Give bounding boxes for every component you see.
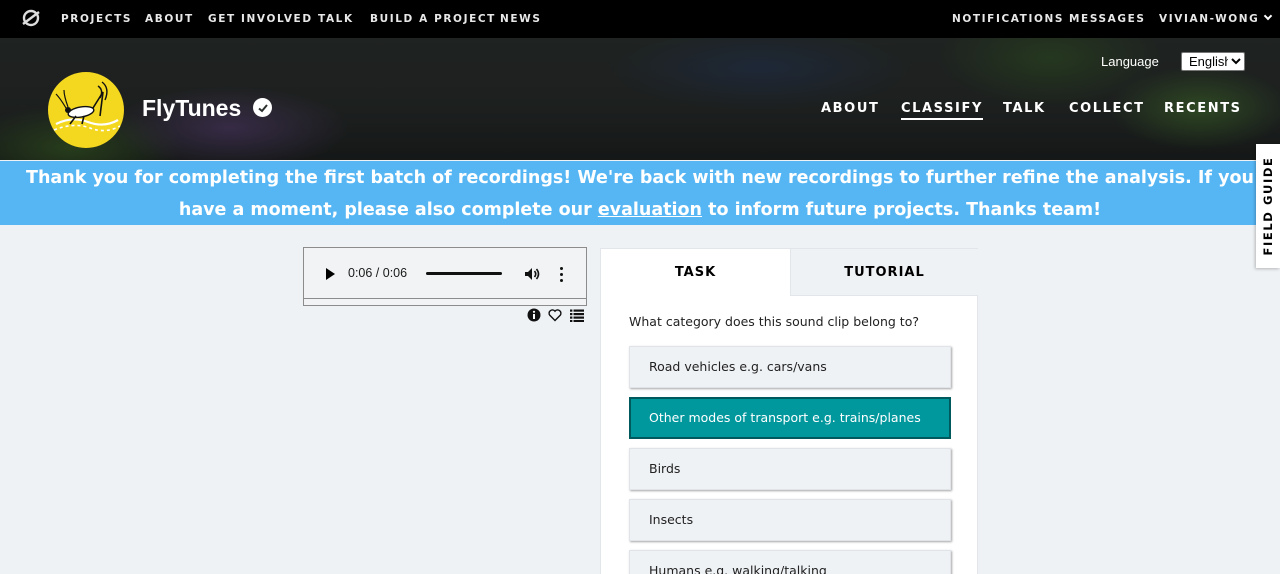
banner-line-2: have a moment, please also complete our … bbox=[0, 194, 1280, 225]
nav-get-involved[interactable]: GET INVOLVED bbox=[208, 13, 313, 25]
project-nav-collect[interactable]: COLLECT bbox=[1069, 101, 1145, 116]
project-title[interactable]: FlyTunes bbox=[142, 95, 241, 122]
answer-birds[interactable]: Birds bbox=[629, 448, 951, 490]
project-nav-about[interactable]: ABOUT bbox=[821, 101, 879, 116]
audio-player: 0:06 / 0:06 bbox=[304, 248, 586, 299]
tab-tutorial[interactable]: TUTORIAL bbox=[790, 249, 978, 296]
nav-build-a-project[interactable]: BUILD A PROJECT bbox=[370, 13, 496, 25]
audio-progress-bar[interactable] bbox=[426, 272, 502, 275]
answer-humans[interactable]: Humans e.g. walking/talking bbox=[629, 550, 951, 574]
play-icon[interactable] bbox=[326, 268, 335, 280]
answer-other-transport[interactable]: Other modes of transport e.g. trains/pla… bbox=[629, 397, 951, 439]
nav-projects[interactable]: PROJECTS bbox=[61, 13, 132, 25]
project-header: FlyTunes Language English ABOUT CLASSIFY… bbox=[0, 38, 1280, 160]
favorite-heart-icon[interactable] bbox=[548, 308, 562, 322]
more-options-icon[interactable] bbox=[558, 265, 564, 283]
user-name: VIVIAN-WONG bbox=[1159, 13, 1260, 25]
language-label: Language bbox=[1101, 54, 1159, 69]
nav-talk[interactable]: TALK bbox=[318, 13, 354, 25]
verified-badge-icon bbox=[253, 98, 272, 117]
project-nav-classify[interactable]: CLASSIFY bbox=[901, 101, 983, 120]
banner-line-1: Thank you for completing the first batch… bbox=[26, 168, 1254, 188]
cricket-logo-icon bbox=[53, 81, 121, 132]
banner-text-end: to inform future projects. Thanks team! bbox=[702, 200, 1102, 220]
nav-messages[interactable]: MESSAGES bbox=[1069, 13, 1146, 25]
audio-time: 0:06 / 0:06 bbox=[348, 266, 408, 280]
nav-news[interactable]: NEWS bbox=[500, 13, 542, 25]
answer-insects[interactable]: Insects bbox=[629, 499, 951, 541]
user-menu[interactable]: VIVIAN-WONG bbox=[1159, 11, 1273, 25]
tab-task[interactable]: TASK bbox=[601, 249, 790, 296]
chevron-down-icon bbox=[1264, 11, 1273, 21]
zooniverse-logo-icon[interactable] bbox=[21, 8, 41, 28]
evaluation-link[interactable]: evaluation bbox=[598, 200, 702, 220]
site-top-nav: PROJECTS ABOUT GET INVOLVED TALK BUILD A… bbox=[0, 0, 1280, 38]
volume-icon[interactable] bbox=[523, 265, 541, 283]
field-guide-tab[interactable]: FIELD GUIDE bbox=[1256, 144, 1280, 268]
audio-subject-viewer: 0:06 / 0:06 bbox=[303, 247, 587, 306]
nav-notifications[interactable]: NOTIFICATIONS bbox=[952, 13, 1064, 25]
announcement-banner: Thank you for completing the first batch… bbox=[0, 161, 1280, 225]
project-nav-talk[interactable]: TALK bbox=[1003, 101, 1046, 116]
nav-about[interactable]: ABOUT bbox=[145, 13, 194, 25]
info-icon[interactable] bbox=[527, 308, 541, 322]
language-select[interactable]: English bbox=[1181, 52, 1245, 71]
project-avatar[interactable] bbox=[48, 72, 124, 148]
banner-text: have a moment, please also complete our bbox=[178, 200, 598, 220]
collections-list-icon[interactable] bbox=[570, 308, 584, 322]
task-panel: TASK TUTORIAL What category does this so… bbox=[600, 248, 978, 574]
answer-road-vehicles[interactable]: Road vehicles e.g. cars/vans bbox=[629, 346, 951, 388]
project-nav-recents[interactable]: RECENTS bbox=[1164, 101, 1242, 116]
task-question: What category does this sound clip belon… bbox=[629, 314, 919, 329]
field-guide-label: FIELD GUIDE bbox=[1261, 156, 1275, 256]
